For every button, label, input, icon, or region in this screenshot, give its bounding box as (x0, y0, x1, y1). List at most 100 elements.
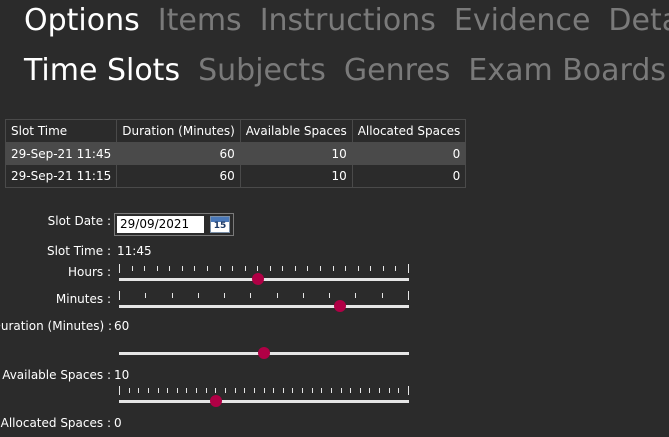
slider-tick (250, 293, 251, 298)
slider-tick (196, 388, 197, 393)
subtab-time-slots[interactable]: Time Slots (24, 53, 180, 89)
slider-tick (283, 388, 284, 393)
table-row[interactable]: 29-Sep-21 11:15 60 10 0 (5, 165, 467, 188)
slider-tick (186, 388, 187, 393)
allocated-spaces-label: Allocated Spaces : (0, 416, 111, 430)
slider-tick (320, 266, 321, 271)
slider-tick (224, 293, 225, 298)
slider-tick (355, 293, 356, 298)
slider-tick (144, 266, 145, 271)
slider-tick (312, 388, 313, 393)
slider-tick (148, 388, 149, 393)
slider-tick (277, 293, 278, 298)
slider-tick (198, 293, 199, 298)
slider-thumb[interactable] (209, 395, 222, 407)
duration-label: Duration (Minutes) : (0, 319, 112, 333)
duration-value: 60 (114, 319, 130, 333)
time-slots-grid[interactable]: Slot Time Duration (Minutes) Available S… (5, 119, 467, 188)
slider-tick (215, 388, 216, 393)
subtab-subjects[interactable]: Subjects (198, 53, 326, 89)
table-row[interactable]: 29-Sep-21 11:45 60 10 0 (5, 142, 467, 165)
column-header-slot-time[interactable]: Slot Time (5, 119, 118, 143)
tab-evidence[interactable]: Evidence (454, 3, 591, 39)
subtab-genres[interactable]: Genres (344, 53, 450, 89)
minutes-slider[interactable] (119, 291, 409, 312)
cell-allocated: 0 (352, 142, 467, 165)
calendar-icon[interactable]: 15 (210, 216, 230, 233)
slider-tick (292, 388, 293, 393)
slider-tick (307, 266, 308, 271)
slider-tick (254, 388, 255, 393)
slider-tick (282, 266, 283, 271)
slider-tick (158, 388, 159, 393)
slider-tick (350, 388, 351, 393)
cell-allocated: 0 (352, 165, 467, 188)
column-header-available[interactable]: Available Spaces (240, 119, 353, 143)
slider-thumb[interactable] (334, 300, 347, 312)
slider-tick (119, 386, 120, 395)
slider-tick (329, 293, 330, 298)
grid-header-row: Slot Time Duration (Minutes) Available S… (5, 119, 467, 143)
slider-tick (264, 388, 265, 393)
subtab-exam-boards[interactable]: Exam Boards (468, 53, 666, 89)
slider-tick (132, 266, 133, 271)
slider-tick (138, 388, 139, 393)
slider-tick (157, 266, 158, 271)
slider-tick (369, 388, 370, 393)
slot-date-input[interactable]: 29/09/2021 (117, 216, 204, 233)
slider-tick (345, 266, 346, 271)
slider-tick (129, 388, 130, 393)
column-header-allocated[interactable]: Allocated Spaces (352, 119, 467, 143)
slider-track[interactable] (119, 278, 409, 281)
slider-tick (119, 291, 120, 300)
slider-tick (235, 388, 236, 393)
slider-tick (331, 388, 332, 393)
tabs-row-primary: Options Items Instructions Evidence Detail (24, 3, 669, 39)
slider-thumb[interactable] (258, 347, 270, 359)
slider-tick (206, 388, 207, 393)
slider-tick (245, 266, 246, 271)
slider-tick (360, 388, 361, 393)
cell-slot-time: 29-Sep-21 11:15 (5, 165, 118, 188)
available-spaces-label: Available Spaces : (2, 368, 111, 382)
calendar-day: 15 (213, 221, 227, 231)
available-spaces-value: 10 (114, 368, 130, 382)
slider-tick (370, 266, 371, 271)
slider-track[interactable] (119, 305, 409, 308)
slider-tick (169, 266, 170, 271)
slider-tick (408, 291, 409, 300)
slider-tick (382, 293, 383, 298)
tab-options[interactable]: Options (24, 3, 140, 39)
cell-slot-time: 29-Sep-21 11:45 (5, 142, 118, 165)
slider-tick (270, 266, 271, 271)
slider-tick (167, 388, 168, 393)
slider-tick (358, 266, 359, 271)
hours-slider[interactable] (119, 264, 409, 285)
tab-items[interactable]: Items (158, 3, 242, 39)
slider-tick (225, 388, 226, 393)
slot-date-picker[interactable]: 29/09/2021 15 (114, 213, 234, 236)
tab-instructions[interactable]: Instructions (260, 3, 436, 39)
tabs-row-secondary: Time Slots Subjects Genres Exam Boards (24, 53, 669, 89)
slider-tick (177, 388, 178, 393)
tab-detail[interactable]: Detail (608, 3, 669, 39)
slider-tick (194, 266, 195, 271)
slot-time-label: Slot Time : (46, 244, 111, 258)
column-header-duration[interactable]: Duration (Minutes) (116, 119, 241, 143)
hours-label: Hours : (67, 265, 111, 279)
slider-tick (257, 266, 258, 271)
duration-slider[interactable] (119, 338, 409, 359)
slider-tick (182, 266, 183, 271)
available-spaces-slider[interactable] (119, 386, 409, 407)
slider-tick (389, 388, 390, 393)
slider-tick (333, 266, 334, 271)
slider-tick (295, 266, 296, 271)
slider-thumb[interactable] (251, 273, 264, 285)
slider-tick (273, 388, 274, 393)
slider-tick (408, 386, 409, 395)
cell-duration: 60 (116, 142, 241, 165)
slider-tick (207, 266, 208, 271)
slider-track[interactable] (119, 400, 409, 403)
slider-tick (395, 266, 396, 271)
slider-tick (321, 388, 322, 393)
